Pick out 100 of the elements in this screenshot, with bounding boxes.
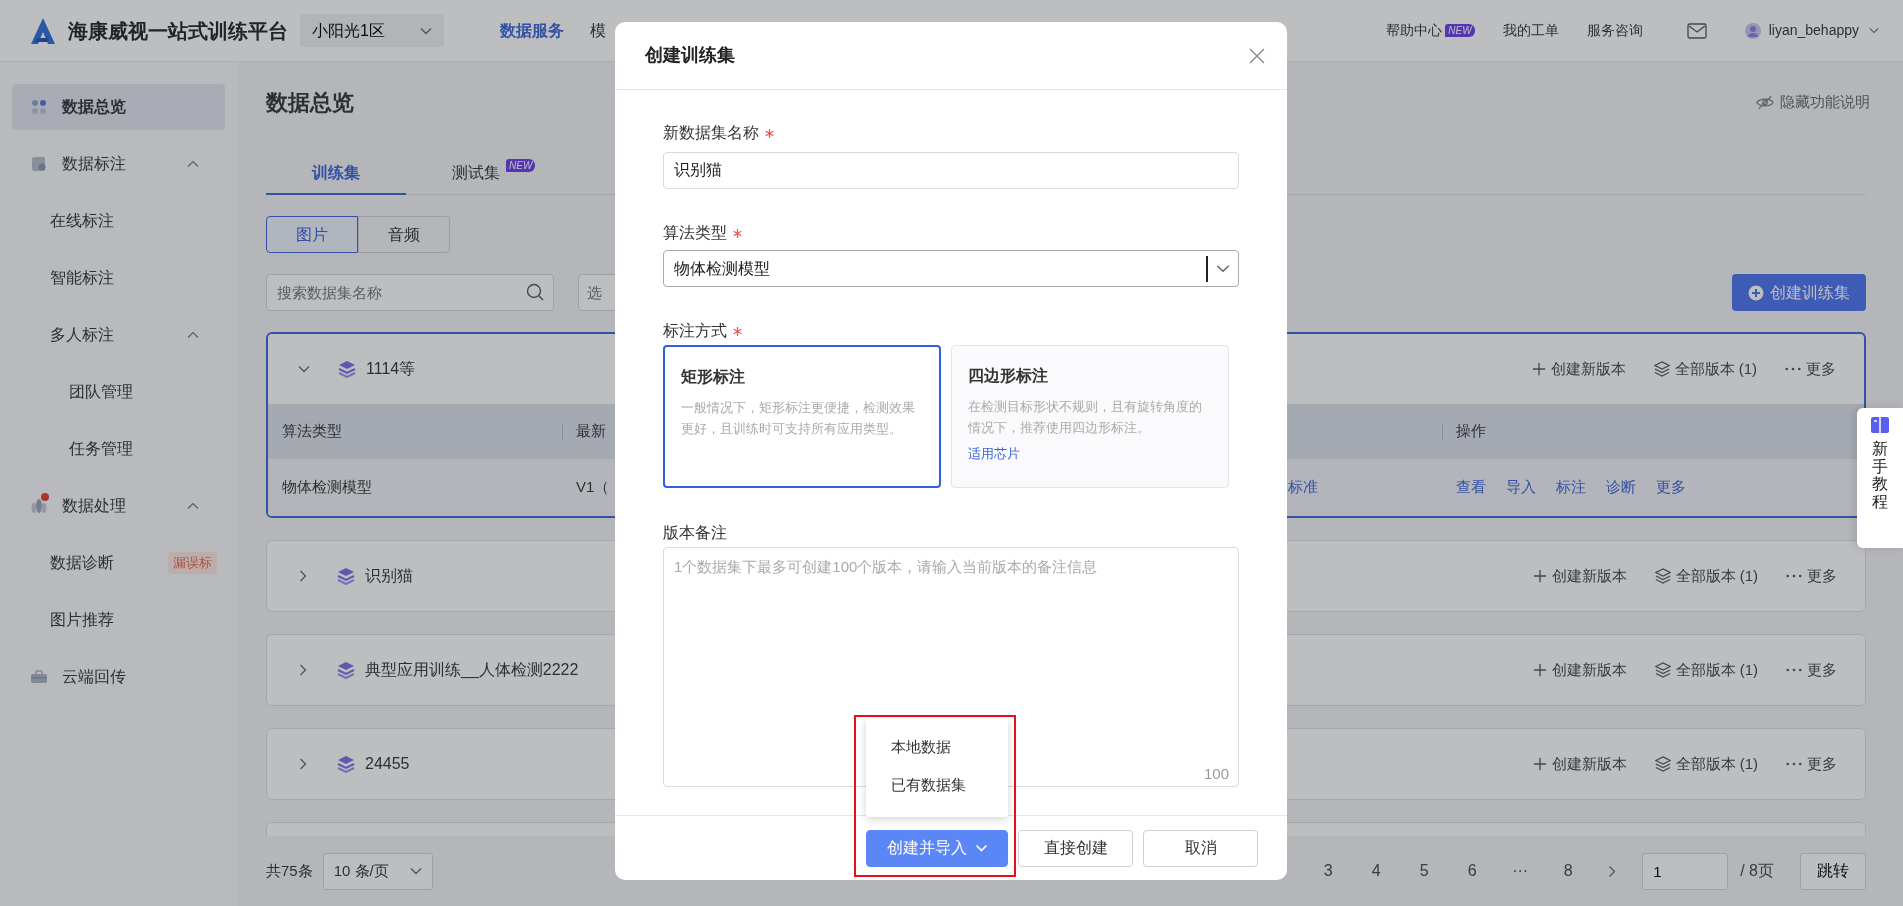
card-action[interactable]: 更多 [1785, 357, 1836, 381]
plus-circle-icon [1748, 284, 1764, 301]
page-number[interactable]: ··· [1496, 858, 1545, 884]
layers-icon [1654, 568, 1671, 584]
help-toggle[interactable]: 隐藏功能说明 [1756, 91, 1870, 114]
field-label: 新数据集名称 [663, 123, 759, 143]
user-name[interactable]: liyan_behappy [1768, 20, 1859, 41]
name-field[interactable]: 识别猫 [663, 152, 1239, 189]
table-cell-text: V1（ [575, 478, 610, 496]
column-header: 算法类型 [281, 421, 342, 442]
sidebar-item[interactable]: 云端回传 [12, 654, 225, 700]
top-link[interactable]: 服务咨询 [1586, 20, 1643, 41]
dataset-name: 1114等 [366, 359, 416, 379]
collapse-icon[interactable] [298, 365, 310, 373]
card-action[interactable]: 创建新版本 [1532, 564, 1627, 588]
option-title: 四边形标注 [968, 366, 1049, 386]
search-field[interactable]: 搜索数据集名称 [266, 274, 554, 311]
dialog-button[interactable]: 直接创建 [1018, 829, 1133, 867]
sidebar-item[interactable]: 图片推荐 [12, 597, 225, 643]
toolbox-icon [30, 669, 48, 685]
expand-icon[interactable] [299, 664, 307, 676]
sidebar-item[interactable]: 数据诊断 漏误标 [12, 540, 225, 586]
more-icon [1786, 574, 1802, 578]
card-action[interactable]: 全部版本 (1) [1654, 564, 1758, 588]
new-badge: NEW [1445, 24, 1475, 37]
dialog-button[interactable]: 取消 [1143, 829, 1258, 867]
media-toggle[interactable]: 图片 [266, 216, 358, 253]
warning-badge: 漏误标 [168, 552, 217, 574]
document-icon [30, 156, 48, 172]
sidebar-item[interactable]: 团队管理 [12, 369, 225, 415]
top-link[interactable]: 我的工单 [1502, 20, 1559, 41]
sidebar-item[interactable]: 数据处理 [12, 483, 225, 529]
layers-icon [338, 360, 356, 378]
column-header: 操作 [1455, 421, 1486, 442]
nav-item[interactable]: 模 [590, 18, 606, 43]
table-cell-text: 物体检测模型 [281, 478, 372, 496]
sidebar-item[interactable]: 数据标注 [12, 141, 225, 187]
page-size-select[interactable]: 10 条/页 [322, 852, 433, 890]
algorithm-select[interactable]: 物体检测模型 [663, 250, 1239, 287]
sidebar-item[interactable]: 在线标注 [12, 198, 225, 244]
row-action-link[interactable]: 标注 [1556, 476, 1586, 499]
row-action-link[interactable]: 诊断 [1606, 476, 1636, 499]
card-action[interactable]: 全部版本 (1) [1654, 658, 1758, 682]
top-link[interactable]: 帮助中心 [1386, 20, 1443, 41]
card-action[interactable]: 创建新版本 [1532, 752, 1627, 776]
page-title: 数据总览 [266, 89, 354, 117]
new-badge: NEW [506, 159, 536, 172]
petal-icon [30, 498, 48, 514]
row-action-link[interactable]: 导入 [1506, 476, 1536, 499]
card-action[interactable]: 创建新版本 [1531, 357, 1626, 381]
page-number[interactable]: 6 [1448, 858, 1497, 884]
plus-icon [1532, 663, 1547, 677]
page-input[interactable]: 1 [1642, 852, 1729, 890]
card-action[interactable]: 全部版本 (1) [1654, 752, 1758, 776]
search-icon [526, 283, 544, 301]
page-number[interactable]: 3 [1304, 858, 1353, 884]
close-icon[interactable] [1249, 47, 1265, 64]
layers-icon [337, 755, 355, 773]
expand-icon[interactable] [299, 758, 307, 770]
sidebar-item[interactable]: 任务管理 [12, 426, 225, 472]
option-title: 矩形标注 [681, 367, 746, 387]
menu-item[interactable]: 本地数据 [866, 728, 1008, 766]
page-number[interactable]: 8 [1544, 858, 1593, 884]
mail-icon[interactable] [1686, 22, 1707, 39]
row-action-link[interactable]: 查看 [1456, 476, 1486, 499]
book-icon [1870, 416, 1890, 434]
option-card[interactable]: 四边形标注 在检测目标形状不规则，且有旋转角度的情况下，推荐使用四边形标注。 适用芯片 [951, 345, 1229, 488]
caret-icon [409, 867, 422, 875]
more-icon [1786, 762, 1802, 766]
card-action[interactable]: 更多 [1786, 564, 1837, 588]
plus-icon [1531, 362, 1546, 376]
expand-icon[interactable] [299, 570, 307, 582]
create-import-button[interactable]: 创建并导入 [866, 829, 1008, 867]
field-label: 算法类型 [663, 223, 727, 243]
layers-icon [337, 567, 355, 585]
next-page-icon[interactable] [1608, 864, 1617, 878]
dataset-name: 识别猫 [365, 566, 413, 586]
caret-icon [974, 844, 988, 852]
jump-button[interactable]: 跳转 [1800, 852, 1866, 890]
tab[interactable]: 训练集 [266, 160, 406, 195]
chip-link[interactable]: 适用芯片 [968, 444, 1020, 464]
row-action-link[interactable]: 更多 [1656, 476, 1686, 499]
create-button[interactable]: 创建训练集 [1732, 274, 1866, 311]
sidebar-item[interactable]: 智能标注 [12, 255, 225, 301]
card-action[interactable]: 更多 [1786, 658, 1837, 682]
page-number[interactable]: 5 [1400, 858, 1449, 884]
card-action[interactable]: 全部版本 (1) [1653, 357, 1757, 381]
nav-item[interactable]: 数据服务 [500, 18, 564, 43]
layers-icon [1654, 662, 1671, 678]
card-action[interactable]: 更多 [1786, 752, 1837, 776]
page-count: / 8页 [1740, 861, 1774, 881]
workspace-select[interactable]: 小阳光1区 [300, 14, 444, 47]
row-link[interactable]: 标准 [1288, 478, 1318, 496]
sidebar-item[interactable]: 多人标注 [12, 312, 225, 358]
guide-tab[interactable]: 新手教程 [1857, 408, 1903, 548]
page-number[interactable]: 4 [1352, 858, 1401, 884]
media-toggle[interactable]: 音频 [358, 216, 450, 253]
card-action[interactable]: 创建新版本 [1532, 658, 1627, 682]
sidebar-item[interactable]: 数据总览 [12, 84, 225, 130]
caret-icon [420, 26, 432, 35]
